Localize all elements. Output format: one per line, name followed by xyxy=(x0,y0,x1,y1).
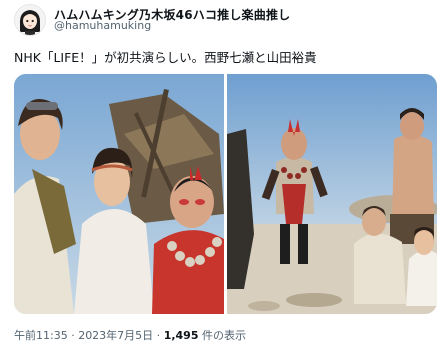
timestamp[interactable]: 午前11:35 · 2023年7月5日 · xyxy=(14,329,160,342)
tweet-text: NHK「LIFE！」が初共演らしい。西野七瀬と山田裕貴 xyxy=(14,50,317,65)
tweet-media[interactable] xyxy=(14,74,437,314)
user-handle[interactable]: @hamuhamuking xyxy=(54,19,151,32)
views-label: 件の表示 xyxy=(201,329,246,342)
name-row: ハムハムキング乃木坂46ハコ推し楽曲推し xyxy=(54,4,434,22)
photo-left[interactable] xyxy=(14,74,224,314)
photo-right[interactable] xyxy=(227,74,437,314)
media-photos xyxy=(14,74,437,314)
views-count: 1,495 xyxy=(163,329,199,342)
tweet-meta: 午前11:35 · 2023年7月5日 · 1,495 件の表示 xyxy=(14,327,246,343)
avatar-illustration-icon xyxy=(15,5,45,35)
tweet-card: ハムハムキング乃木坂46ハコ推し楽曲推し @hamuhamuking NHK「L… xyxy=(0,0,448,355)
avatar[interactable] xyxy=(14,4,46,36)
